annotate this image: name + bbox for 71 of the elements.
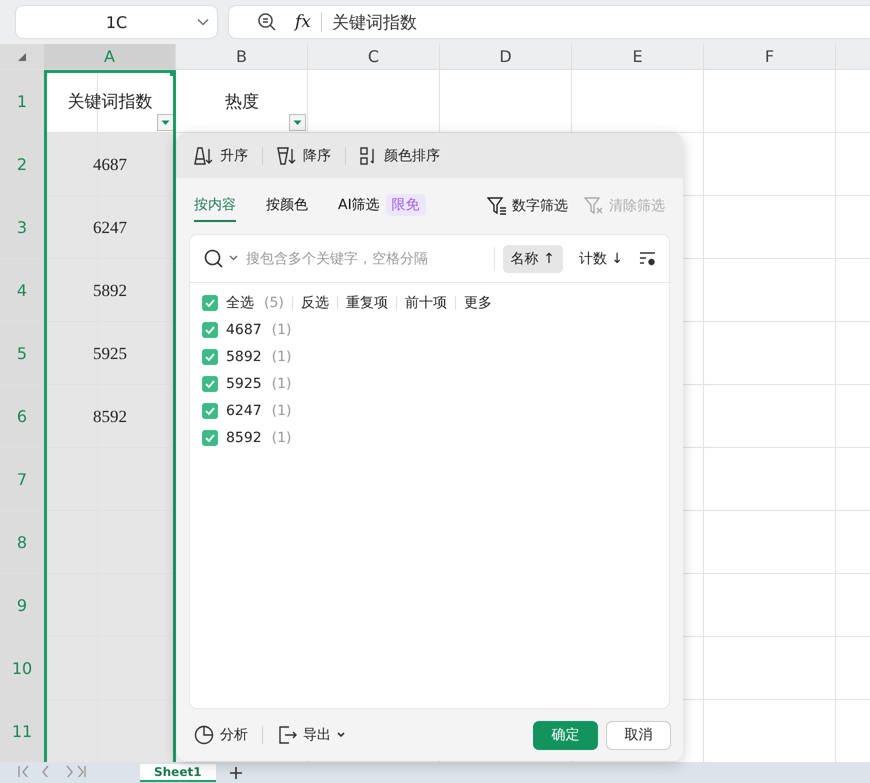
add-sheet-icon[interactable] xyxy=(230,766,242,778)
table-cell: 5892 xyxy=(93,280,127,300)
checkmark-icon xyxy=(204,406,216,416)
item-count: (5) xyxy=(264,295,284,311)
checkbox[interactable] xyxy=(202,295,218,311)
search-field[interactable]: 搜包含多个关键字，空格分隔 xyxy=(246,250,486,266)
zoom-icon xyxy=(257,12,277,32)
list-action-link[interactable]: 反选 xyxy=(300,294,329,312)
chevron-down-icon xyxy=(197,18,209,26)
table-cell-text: 关键词指数 xyxy=(68,91,152,113)
cancel-button[interactable]: 取消 xyxy=(606,720,671,750)
table-cell: 6247 xyxy=(93,218,127,238)
filter-value[interactable]: 5925 xyxy=(226,376,262,392)
item-count: (1) xyxy=(272,430,292,446)
sort-ascending-icon xyxy=(194,146,214,164)
item-count: (1) xyxy=(272,349,292,365)
checkbox[interactable] xyxy=(202,430,218,446)
filter-value[interactable]: 8592 xyxy=(226,430,262,446)
select-all-corner-icon[interactable] xyxy=(18,53,26,61)
export-icon xyxy=(277,725,297,745)
table-cell: 5925 xyxy=(93,344,127,364)
filter-value[interactable]: 4687 xyxy=(226,322,262,338)
checkmark-icon xyxy=(204,379,216,389)
table-cell-text: 热度 xyxy=(225,91,259,113)
sort-button[interactable]: 颜色排序 xyxy=(360,146,440,164)
export-button[interactable]: 导出 xyxy=(277,725,345,745)
name-box[interactable]: 1C xyxy=(15,5,218,39)
list-action-link[interactable]: 更多 xyxy=(464,294,492,312)
sheet-nav-icon[interactable] xyxy=(16,764,86,776)
pie-chart-icon xyxy=(194,725,214,745)
sort-button[interactable]: 升序 xyxy=(194,146,248,164)
checkmark-icon xyxy=(204,352,216,362)
checkmark-icon xyxy=(204,433,216,443)
analyze-button[interactable]: 分析 xyxy=(194,725,248,745)
filter-dropdown-icon[interactable] xyxy=(157,114,174,131)
clear-filter-icon xyxy=(584,197,604,215)
sort-by-button[interactable]: 名称 ↑ xyxy=(502,244,563,272)
table-cell: 4687 xyxy=(93,154,127,174)
formula-text: 关键词指数 xyxy=(332,12,417,34)
filter-icon xyxy=(487,197,507,215)
sort-button[interactable]: 降序 xyxy=(277,146,331,164)
filter-value[interactable]: 5892 xyxy=(226,349,262,365)
checkmark-icon xyxy=(204,298,216,308)
checkbox[interactable] xyxy=(202,349,218,365)
sort-descending-icon xyxy=(277,146,297,164)
item-count: (1) xyxy=(272,403,292,419)
checkbox[interactable] xyxy=(202,376,218,392)
filter-tab[interactable]: 按颜色 xyxy=(266,190,308,222)
formula-bar[interactable]: fx 关键词指数 xyxy=(228,5,870,39)
list-settings-icon[interactable] xyxy=(639,250,657,266)
sheet-tab[interactable]: Sheet1 xyxy=(140,764,216,782)
caret-icon xyxy=(337,732,345,738)
checkmark-icon xyxy=(204,325,216,335)
list-action-link[interactable]: 重复项 xyxy=(346,294,388,312)
table-cell: 8592 xyxy=(93,406,127,426)
item-count: (1) xyxy=(272,376,292,392)
sort-by-button[interactable]: 计数 ↓ xyxy=(570,244,631,272)
number-filter-button[interactable]: 数字筛选 xyxy=(487,197,568,215)
search-icon[interactable] xyxy=(204,248,238,268)
confirm-button[interactable]: 确定 xyxy=(533,720,598,750)
filter-dropdown-icon[interactable] xyxy=(289,114,306,131)
select-all-label[interactable]: 全选 xyxy=(226,294,254,312)
checkbox[interactable] xyxy=(202,322,218,338)
free-badge: 限免 xyxy=(386,194,426,216)
filter-value[interactable]: 6247 xyxy=(226,403,262,419)
item-count: (1) xyxy=(272,322,292,338)
filter-tab[interactable]: 按内容 xyxy=(194,190,236,222)
filter-tab[interactable]: AI筛选 限免 xyxy=(338,188,426,224)
checkbox[interactable] xyxy=(202,403,218,419)
function-label[interactable]: fx xyxy=(295,12,311,32)
list-action-link[interactable]: 前十项 xyxy=(404,294,447,312)
